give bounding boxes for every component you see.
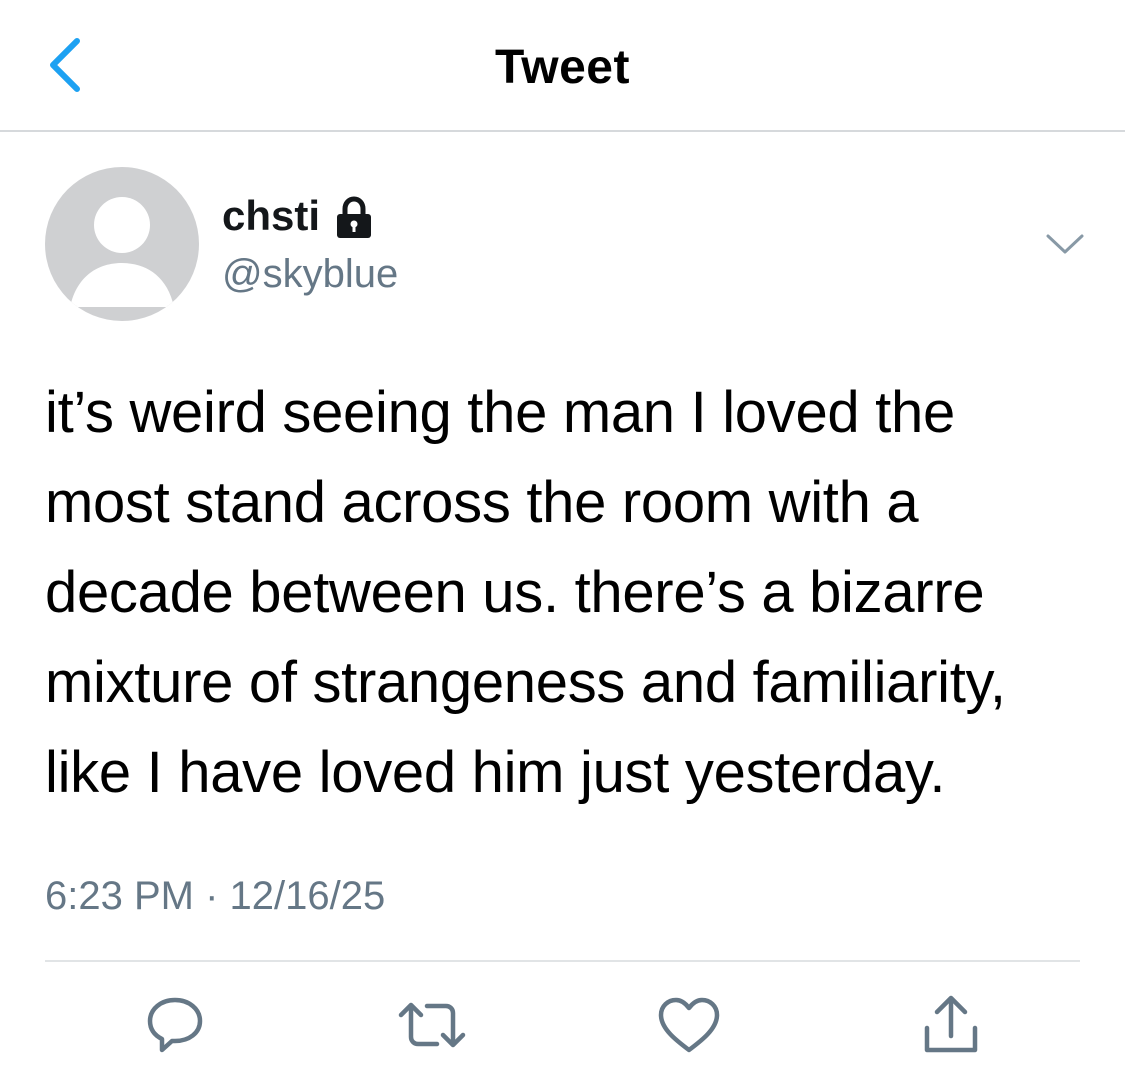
tweet-timestamp[interactable]: 6:23 PM · 12/16/25 bbox=[45, 874, 385, 919]
retweet-button[interactable] bbox=[397, 990, 467, 1060]
tweet-text: it’s weird seeing the man I loved the mo… bbox=[45, 380, 1006, 805]
author-name[interactable]: chsti bbox=[222, 192, 320, 240]
share-button[interactable] bbox=[916, 990, 986, 1060]
author-name-row: chsti bbox=[222, 192, 374, 240]
default-avatar-icon bbox=[70, 197, 174, 307]
divider bbox=[45, 960, 1080, 962]
reply-icon bbox=[147, 997, 203, 1053]
tweet-options-button[interactable] bbox=[1040, 225, 1090, 265]
reply-button[interactable] bbox=[140, 990, 210, 1060]
lock-icon bbox=[337, 196, 372, 238]
heart-icon bbox=[658, 997, 720, 1053]
chevron-down-icon bbox=[1046, 234, 1084, 254]
retweet-icon bbox=[398, 1002, 466, 1048]
page-title: Tweet bbox=[495, 41, 630, 94]
share-icon bbox=[924, 995, 978, 1053]
top-nav-bar: Tweet bbox=[0, 0, 1125, 132]
avatar[interactable] bbox=[45, 167, 199, 321]
author-handle[interactable]: @skyblue bbox=[222, 252, 398, 297]
like-button[interactable] bbox=[654, 990, 724, 1060]
